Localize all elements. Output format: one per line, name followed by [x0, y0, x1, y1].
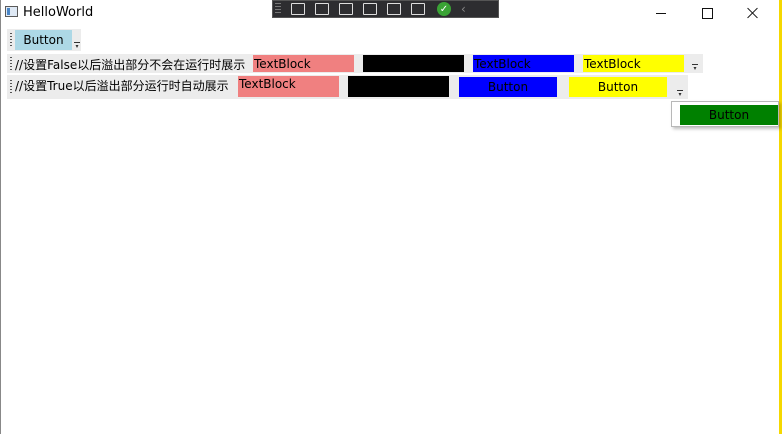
- toolbar-2-textblock: TextBlock: [473, 55, 574, 72]
- overflow-button[interactable]: Button: [680, 105, 778, 125]
- video-icon[interactable]: [315, 3, 329, 15]
- window-border-left: [0, 0, 1, 434]
- toolbar-grip-icon[interactable]: [10, 80, 12, 94]
- overflow-popup: Button: [671, 101, 779, 127]
- toolbar-1: Button ▾: [7, 29, 81, 51]
- toolbar-3: //设置True以后溢出部分运行时自动展示 TextBlock Button B…: [7, 75, 688, 99]
- chevron-left-icon[interactable]: ‹: [461, 2, 466, 16]
- toolbar-2-textblock: TextBlock: [253, 55, 354, 72]
- hot-reload-icon[interactable]: [411, 3, 425, 15]
- app-icon: [5, 6, 18, 17]
- toolbar-grip-icon[interactable]: [10, 33, 12, 47]
- toolbar-grip-icon[interactable]: [10, 57, 12, 70]
- toolbar-3-blue-button[interactable]: Button: [459, 77, 557, 97]
- pointer-icon[interactable]: [339, 3, 353, 15]
- overflow-icon[interactable]: ▾: [73, 41, 81, 50]
- toolbar-2-textblock: TextBlock: [583, 55, 684, 72]
- maximize-icon: [701, 7, 713, 19]
- toolbar-1-button[interactable]: Button: [15, 30, 72, 50]
- minimize-button[interactable]: [638, 0, 684, 26]
- close-icon: [747, 7, 759, 19]
- toolbar-2-label: //设置False以后溢出部分不会在运行时展示: [15, 58, 246, 72]
- overflow-icon[interactable]: ▾: [676, 89, 684, 98]
- maximize-button[interactable]: [684, 0, 730, 26]
- toolbar-3-yellow-button[interactable]: Button: [569, 77, 667, 97]
- track-focus-icon[interactable]: [387, 3, 401, 15]
- toolbar-2-black-block: [363, 55, 464, 72]
- close-button[interactable]: [730, 0, 776, 26]
- select-element-icon[interactable]: [291, 3, 305, 15]
- minimize-icon: [656, 12, 666, 14]
- toolbar-3-black-block: [348, 76, 449, 97]
- toolbar-grip-icon[interactable]: [275, 3, 281, 15]
- window-title: HelloWorld: [23, 5, 94, 20]
- toolbar-3-label: //设置True以后溢出部分运行时自动展示: [15, 79, 229, 93]
- toolbar-2: //设置False以后溢出部分不会在运行时展示 TextBlock TextBl…: [7, 54, 703, 73]
- layout-adorner-icon[interactable]: [363, 3, 377, 15]
- overflow-icon[interactable]: ▾: [691, 63, 699, 72]
- debug-toolbar: ✓ ‹: [272, 0, 499, 18]
- toolbar-3-textblock: TextBlock: [238, 76, 339, 97]
- check-icon[interactable]: ✓: [437, 2, 451, 16]
